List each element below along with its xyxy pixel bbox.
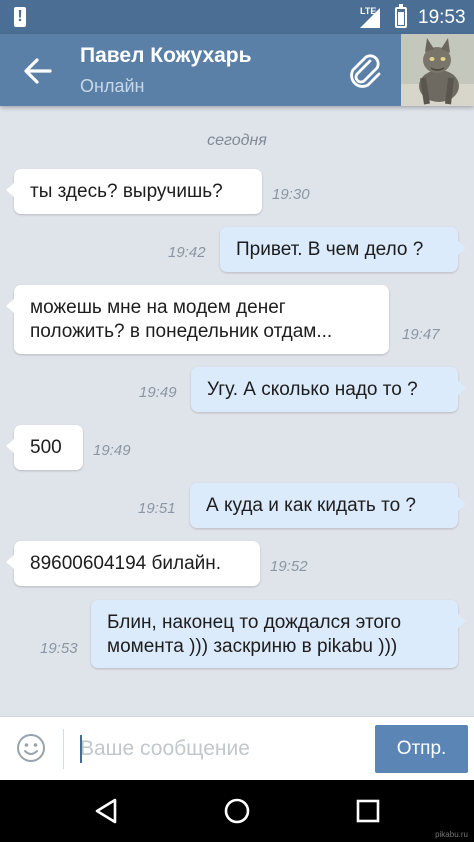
message-bubble-incoming[interactable]: 500 [6,425,83,470]
paperclip-icon [350,54,381,88]
message-time: 19:51 [138,500,176,517]
alert-icon: ! [14,7,26,27]
message-bubble-outgoing[interactable]: Блин, наконец то дождался этого момента … [91,600,466,668]
message-time: 19:49 [139,384,177,401]
message-bubble-incoming[interactable]: можешь мне на модем денег положить? в по… [6,285,389,354]
network-type: LTE [360,6,377,16]
send-button[interactable]: Отпр. [375,725,468,773]
emoji-button[interactable] [16,733,46,763]
composer-divider [63,729,64,769]
watermark: pikabu.ru [435,830,468,839]
message-time: 19:49 [93,442,131,459]
nav-recents-button[interactable] [353,796,383,826]
nav-home-button[interactable] [222,796,252,826]
status-time: 19:53 [418,7,466,28]
message-bubble-outgoing[interactable]: А куда и как кидать то ? [190,483,466,528]
message-bubble-outgoing[interactable]: Угу. А сколько надо то ? [191,367,466,412]
contact-name[interactable]: Павел Кожухарь [80,44,252,68]
arrow-back-icon [24,58,52,84]
back-button[interactable] [20,54,54,88]
square-recents-icon [356,799,380,823]
message-time: 19:53 [40,640,78,657]
message-bubble-incoming[interactable]: ты здесь? выручишь? [6,169,262,214]
cat-avatar-image [401,34,474,106]
attach-button[interactable] [346,52,386,92]
contact-avatar[interactable] [401,34,474,106]
message-time: 19:30 [272,186,310,203]
message-input[interactable] [80,729,362,769]
triangle-back-icon [95,798,117,824]
nav-back-button[interactable] [91,796,121,826]
text-cursor [80,735,82,763]
message-bubble-outgoing[interactable]: Привет. В чем дело ? [220,227,466,272]
system-nav-bar: pikabu.ru [0,780,474,842]
message-list[interactable]: сегодня ты здесь? выручишь? 19:30 19:42 … [0,106,474,716]
battery-icon [395,4,407,28]
message-time: 19:47 [402,326,440,343]
smiley-icon [17,734,45,762]
message-composer: Отпр. [0,716,474,781]
contact-status: Онлайн [80,76,145,96]
message-time: 19:52 [270,558,308,575]
circle-home-icon [224,798,250,824]
message-time: 19:42 [168,244,206,261]
chat-header: Павел Кожухарь Онлайн [0,34,474,106]
date-separator: сегодня [207,132,267,149]
message-bubble-incoming[interactable]: 89600604194 билайн. [6,541,260,586]
status-bar: ! LTE 19:53 [0,0,474,34]
